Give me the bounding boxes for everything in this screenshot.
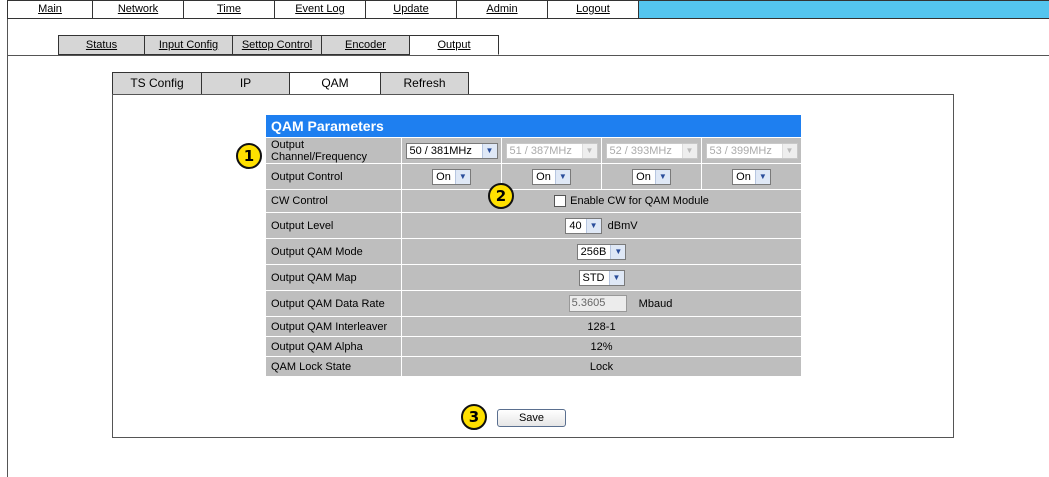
subnav-settop-control[interactable]: Settop Control [233, 35, 322, 55]
output-control-select-1[interactable]: On ▼ [432, 168, 471, 185]
chevron-down-icon: ▼ [610, 244, 626, 259]
row-cw-control: CW Control Enable CW for QAM Module [266, 189, 801, 212]
output-control-select-2[interactable]: On ▼ [532, 168, 571, 185]
qam-map-label: Output QAM Map [266, 265, 402, 290]
qam-interleaver-label: Output QAM Interleaver [266, 317, 402, 336]
row-channel-frequency: Output Channel/Frequency 50 / 381MHz ▼ 51… [266, 137, 801, 163]
subnav-status[interactable]: Status [58, 35, 145, 55]
output-level-unit: dBmV [607, 219, 638, 232]
row-output-level: Output Level 40 ▼ dBmV [266, 212, 801, 238]
chevron-down-icon: ▼ [654, 169, 670, 184]
tab-ip[interactable]: IP [202, 72, 290, 95]
row-qam-interleaver: Output QAM Interleaver 128-1 [266, 316, 801, 336]
chevron-down-icon: ▼ [608, 270, 624, 285]
cw-enable-checkbox[interactable] [554, 195, 567, 207]
chevron-down-icon: ▼ [581, 143, 597, 158]
qam-mode-select[interactable]: 256B ▼ [576, 243, 627, 260]
channel-select-3: 52 / 393MHz ▼ [605, 142, 698, 159]
qam-lock-state-value: Lock [589, 360, 614, 373]
output-control-select-3[interactable]: On ▼ [632, 168, 671, 185]
chevron-down-icon: ▼ [585, 218, 601, 233]
row-qam-mode: Output QAM Mode 256B ▼ [266, 238, 801, 264]
channel-select-2: 51 / 387MHz ▼ [505, 142, 598, 159]
nav-event-log[interactable]: Event Log [275, 0, 366, 19]
top-nav: Main Network Time Event Log Update Admin… [7, 0, 1049, 19]
cw-enable-label: Enable CW for QAM Module [570, 195, 709, 207]
nav-admin[interactable]: Admin [457, 0, 548, 19]
subnav-output[interactable]: Output [410, 35, 499, 55]
subnav-input-config[interactable]: Input Config [145, 35, 233, 55]
qam-data-rate-unit: Mbaud [638, 297, 673, 310]
callout-marker-1: 1 [236, 143, 262, 169]
config-tabs: TS Config IP QAM Refresh [112, 72, 469, 95]
left-border-line [7, 0, 8, 477]
nav-time[interactable]: Time [184, 0, 275, 19]
subnav-encoder[interactable]: Encoder [322, 35, 410, 55]
qam-map-select[interactable]: STD ▼ [578, 269, 625, 286]
output-control-label: Output Control [266, 164, 402, 189]
qam-alpha-label: Output QAM Alpha [266, 337, 402, 356]
qam-data-rate-label: Output QAM Data Rate [266, 291, 402, 316]
qam-interleaver-value: 128-1 [587, 320, 616, 333]
nav-fill-bar [639, 0, 1049, 19]
qam-parameters-table: QAM Parameters Output Channel/Frequency … [266, 115, 801, 376]
chevron-down-icon: ▼ [554, 169, 570, 184]
qam-lock-state-label: QAM Lock State [266, 357, 402, 376]
qam-data-rate-field: 5.3605 [568, 295, 627, 312]
tab-refresh[interactable]: Refresh [381, 72, 469, 95]
output-level-select[interactable]: 40 ▼ [565, 217, 602, 234]
save-button[interactable]: Save [497, 409, 566, 427]
channel-select-1[interactable]: 50 / 381MHz ▼ [405, 142, 498, 159]
callout-marker-2: 2 [488, 183, 514, 209]
tab-qam[interactable]: QAM [290, 72, 381, 95]
output-control-select-4[interactable]: On ▼ [732, 168, 771, 185]
row-qam-lock-state: QAM Lock State Lock [266, 356, 801, 376]
nav-main[interactable]: Main [7, 0, 93, 19]
channel-frequency-label: Output Channel/Frequency [266, 138, 402, 163]
chevron-down-icon: ▼ [781, 143, 797, 158]
chevron-down-icon: ▼ [481, 143, 497, 158]
cw-control-label: CW Control [266, 190, 402, 212]
output-level-label: Output Level [266, 213, 402, 238]
chevron-down-icon: ▼ [454, 169, 470, 184]
sub-nav: Status Input Config Settop Control Encod… [58, 35, 499, 55]
callout-marker-3: 3 [461, 404, 487, 430]
chevron-down-icon: ▼ [754, 169, 770, 184]
chevron-down-icon: ▼ [681, 143, 697, 158]
nav-network[interactable]: Network [93, 0, 184, 19]
sub-nav-divider [7, 55, 1049, 56]
row-qam-data-rate: Output QAM Data Rate 5.3605 Mbaud [266, 290, 801, 316]
qam-alpha-value: 12% [590, 340, 613, 353]
nav-logout[interactable]: Logout [548, 0, 639, 19]
channel-select-4: 53 / 399MHz ▼ [705, 142, 798, 159]
tab-ts-config[interactable]: TS Config [112, 72, 202, 95]
nav-update[interactable]: Update [366, 0, 457, 19]
qam-mode-label: Output QAM Mode [266, 239, 402, 264]
row-qam-alpha: Output QAM Alpha 12% [266, 336, 801, 356]
qam-table-title: QAM Parameters [266, 115, 801, 137]
row-output-control: Output Control On ▼ On ▼ On ▼ On ▼ [266, 163, 801, 189]
row-qam-map: Output QAM Map STD ▼ [266, 264, 801, 290]
